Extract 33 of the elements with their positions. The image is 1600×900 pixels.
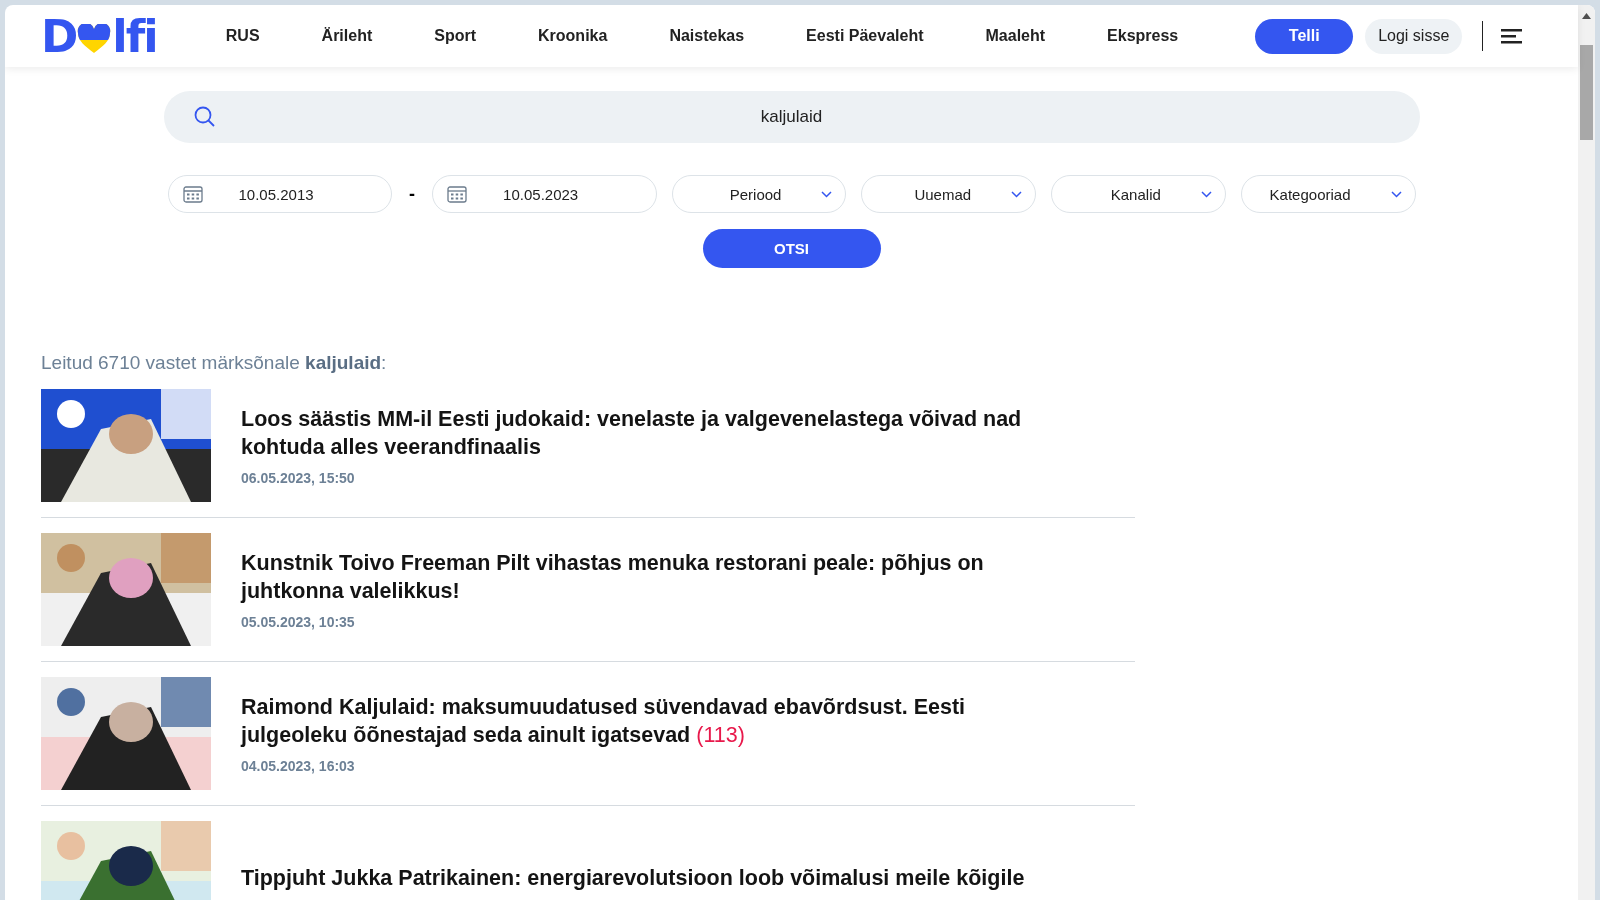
chevron-down-icon	[1200, 190, 1212, 198]
article-date: 04.05.2023, 16:03	[241, 758, 356, 774]
nav-link[interactable]: Maaleht	[954, 27, 1077, 45]
search-icon	[193, 106, 216, 128]
article-date: 06.05.2023, 15:50	[241, 470, 356, 486]
search-button[interactable]: OTSI	[702, 229, 881, 268]
article-title[interactable]: Tippjuht Jukka Patrikainen: energiarevolutsioon loob võimalusi meile kõigile	[241, 863, 1025, 892]
nav-link[interactable]: Ekspress	[1076, 27, 1210, 45]
nav-link[interactable]: Naistekas	[638, 27, 776, 45]
subscribe-button[interactable]: Telli	[1255, 18, 1354, 54]
article-title[interactable]: Loos säästis MM-il Eesti judokaid: venelaste ja valgevenelastega võivad nad kohtuda alles veerandfinaalis	[241, 405, 1031, 461]
article-title[interactable]: Kunstnik Toivo Freeman Pilt vihastas menuka restorani peale: põhjus on juhtkonna valelikkus!	[241, 549, 1031, 605]
heart-icon	[77, 24, 112, 54]
results-summary: Leitud 6710 vastet märksõnale kaljulaid:	[41, 352, 388, 374]
search-field[interactable]: kaljulaid	[163, 91, 1420, 143]
article-date: 05.05.2023, 10:35	[241, 614, 356, 630]
login-button[interactable]: Logi sisse	[1365, 18, 1463, 54]
nav-link[interactable]: RUS	[194, 27, 291, 45]
nav-link[interactable]: Sport	[403, 27, 508, 45]
chevron-down-icon	[821, 190, 833, 198]
calendar-icon	[447, 185, 468, 203]
scrollbar-thumb[interactable]	[1580, 45, 1593, 140]
delfi-logo[interactable]: D lfi	[41, 13, 157, 59]
chevron-down-icon	[1390, 190, 1402, 198]
nav-link[interactable]: Ärileht	[290, 27, 404, 45]
nav-link[interactable]: Kroonika	[507, 27, 639, 45]
chevron-down-icon	[1011, 190, 1023, 198]
date-separator: -	[408, 183, 417, 205]
nav-link[interactable]: Eesti Päevaleht	[775, 27, 955, 45]
scroll-up-icon[interactable]	[1582, 13, 1591, 19]
article-title[interactable]: Raimond Kaljulaid: maksumuudatused süvendavad ebavõrdsust. Eesti julgeoleku õõnestajad seda ainult igatsevad (113)	[241, 693, 1031, 749]
calendar-icon	[182, 185, 203, 203]
menu-icon[interactable]	[1501, 28, 1523, 44]
